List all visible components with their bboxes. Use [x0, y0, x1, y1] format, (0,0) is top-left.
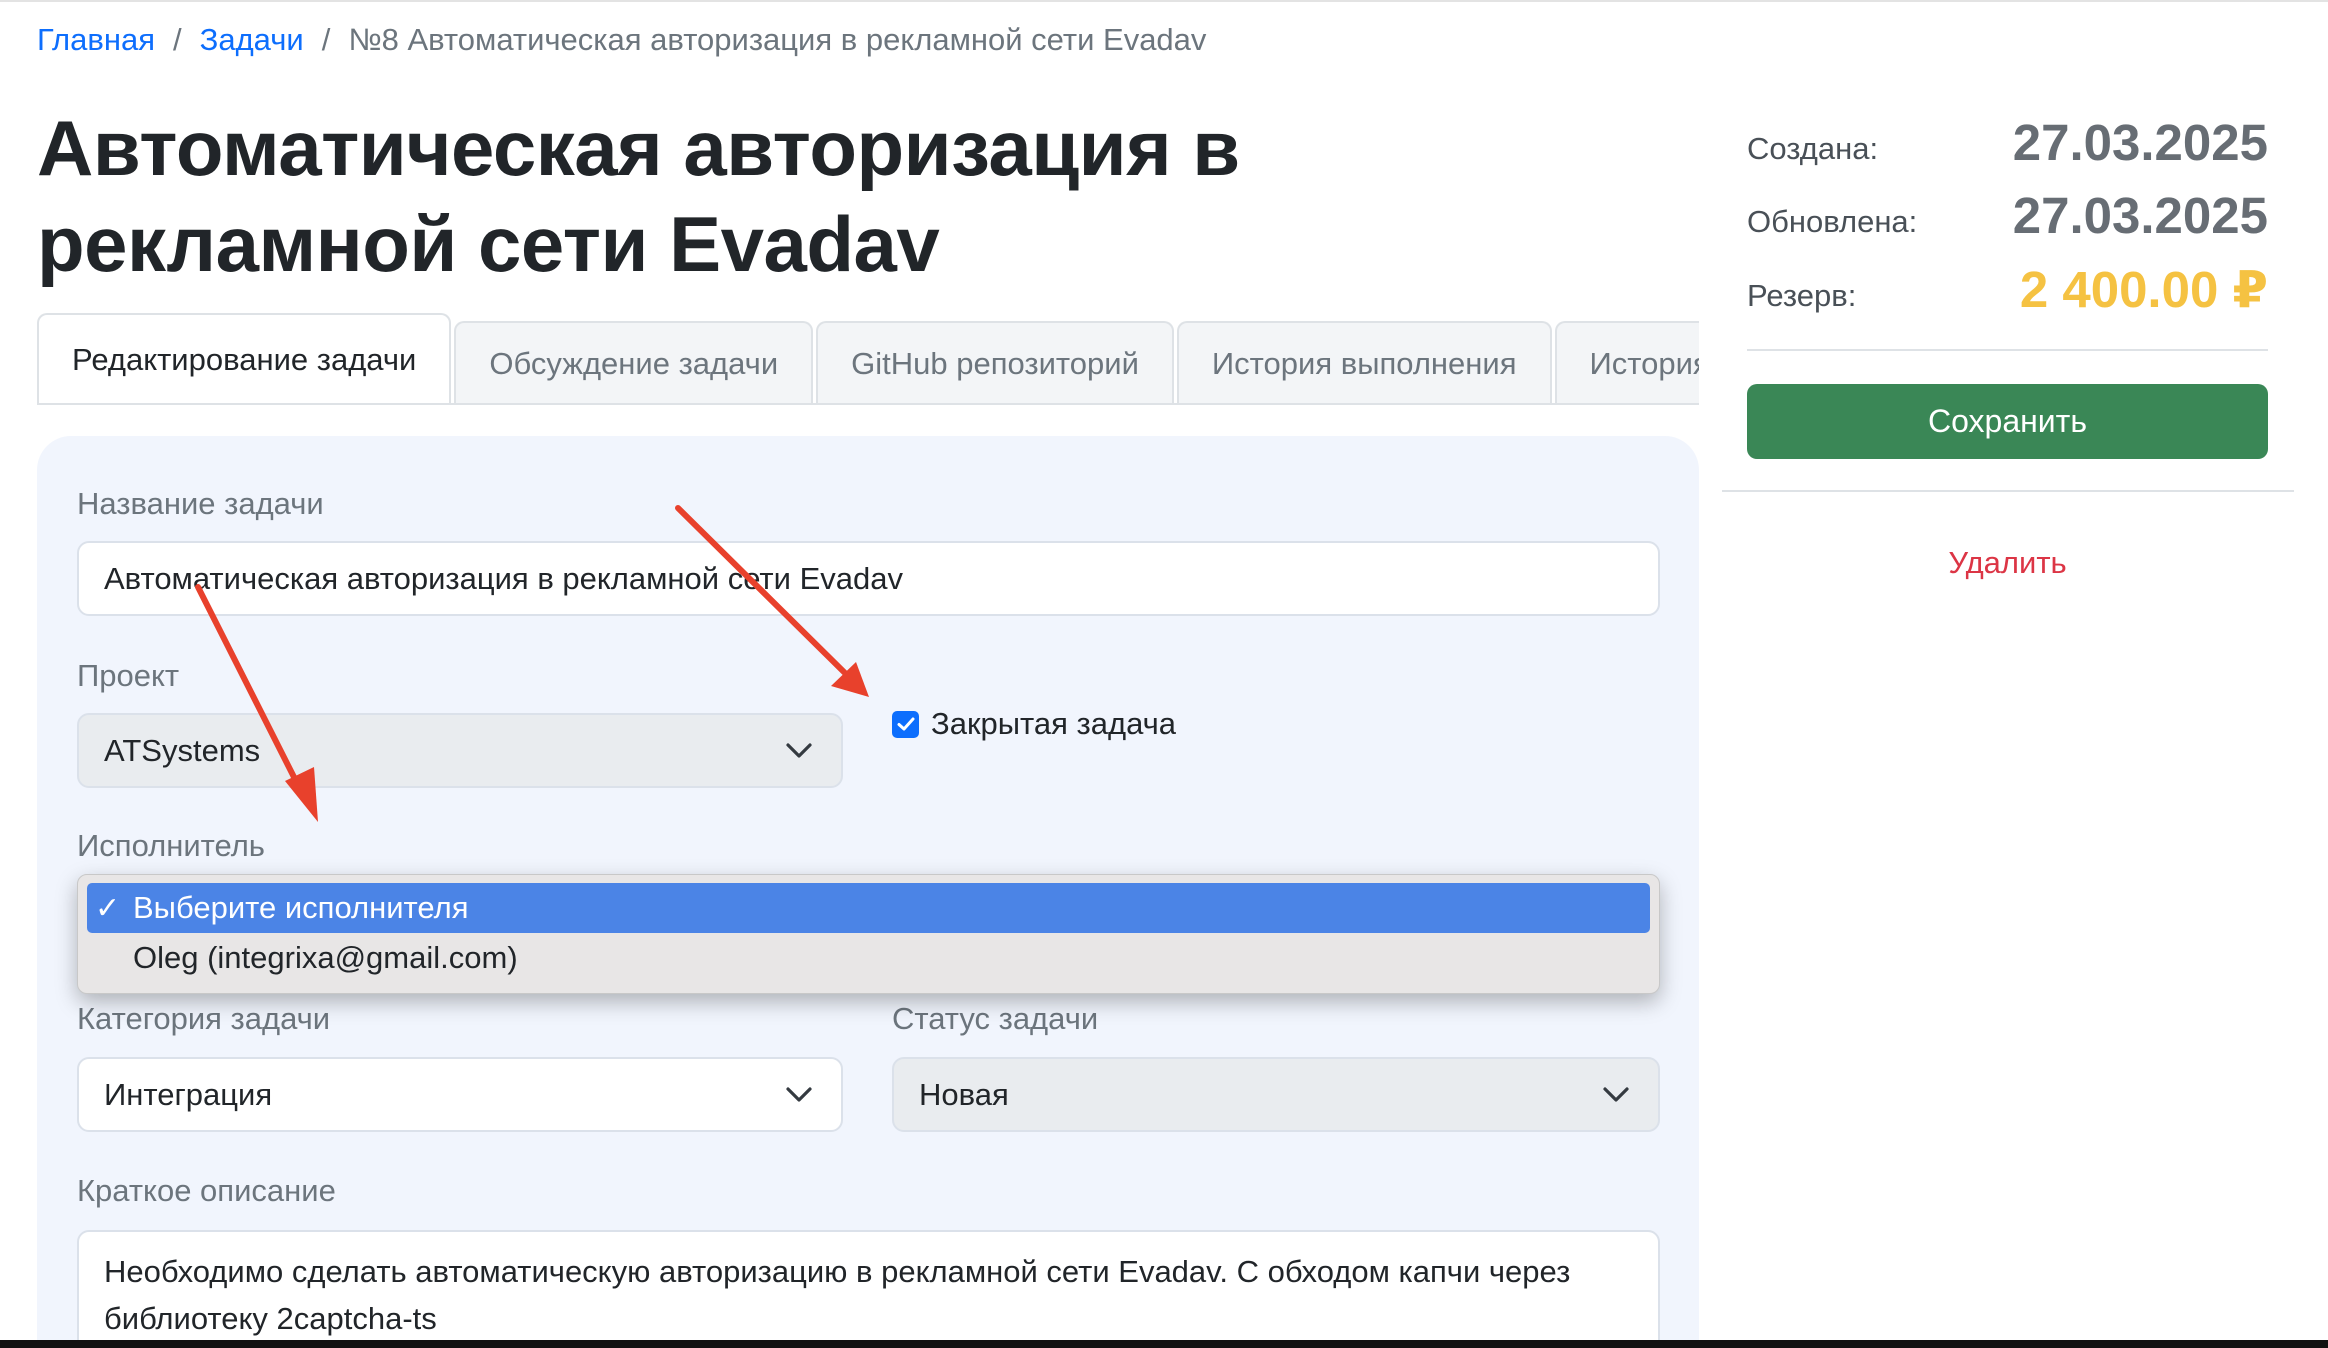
save-button[interactable]: Сохранить [1747, 384, 2268, 459]
breadcrumb-home-link[interactable]: Главная [37, 22, 155, 58]
description-textarea[interactable]: Необходимо сделать автоматическую автори… [77, 1230, 1660, 1348]
breadcrumb-tasks-link[interactable]: Задачи [200, 22, 304, 58]
project-select-value: ATSystems [104, 732, 261, 768]
sidebar-divider [1722, 490, 2294, 492]
description-label: Краткое описание [77, 1173, 336, 1208]
executor-option-label: Oleg (integrixa@gmail.com) [133, 940, 518, 975]
checkmark-icon [892, 710, 919, 738]
project-select[interactable]: ATSystems [77, 713, 843, 788]
delete-button[interactable]: Удалить [1747, 545, 2268, 581]
tab-history[interactable]: История [1554, 321, 1699, 403]
closed-task-label: Закрытая задача [931, 706, 1177, 741]
closed-task-checkbox[interactable]: Закрытая задача [892, 706, 1176, 742]
tab-execution-history[interactable]: История выполнения [1176, 321, 1552, 403]
tab-edit-task[interactable]: Редактирование задачи [37, 313, 452, 403]
chevron-down-icon [786, 742, 812, 758]
sidebar-divider [1747, 349, 2268, 351]
tab-discussion[interactable]: Обсуждение задачи [454, 321, 814, 403]
category-select-value: Интеграция [104, 1076, 273, 1112]
breadcrumb-current: №8 Автоматическая авторизация в рекламно… [348, 22, 1207, 57]
status-select[interactable]: Новая [892, 1057, 1660, 1132]
executor-dropdown-list: ✓ Выберите исполнителя Oleg (integrixa@g… [77, 874, 1660, 994]
category-select[interactable]: Интеграция [77, 1057, 843, 1132]
created-label: Создана: [1747, 131, 1879, 166]
category-label: Категория задачи [77, 1001, 331, 1036]
task-name-input[interactable]: Автоматическая авторизация в рекламной с… [77, 541, 1660, 616]
breadcrumb: Главная / Задачи / №8 Автоматическая авт… [37, 22, 1206, 58]
updated-date: 27.03.2025 [2012, 187, 2268, 244]
executor-option[interactable]: ✓ Выберите исполнителя [87, 883, 1650, 933]
reserve-amount: 2 400.00 ₽ [2019, 261, 2268, 318]
chevron-down-icon [1603, 1086, 1629, 1102]
breadcrumb-separator: / [321, 22, 331, 57]
breadcrumb-separator: / [173, 22, 182, 57]
executor-option-label: Выберите исполнителя [133, 890, 469, 925]
page-title: Автоматическая авторизация в рекламной с… [37, 104, 1240, 288]
chevron-down-icon [786, 1086, 812, 1102]
tab-github-repo[interactable]: GitHub репозиторий [816, 321, 1174, 403]
executor-option[interactable]: Oleg (integrixa@gmail.com) [87, 933, 1650, 983]
created-date: 27.03.2025 [2012, 114, 2268, 171]
tab-bar: Редактирование задачи Обсуждение задачи … [37, 313, 1699, 405]
checkmark-icon: ✓ [95, 891, 121, 925]
updated-label: Обновлена: [1747, 204, 1918, 239]
bottom-border [0, 1340, 2328, 1348]
top-border [0, 0, 2328, 2]
status-label: Статус задачи [892, 1001, 1099, 1036]
status-select-value: Новая [919, 1076, 1009, 1112]
project-label: Проект [77, 658, 180, 693]
task-name-label: Название задачи [77, 486, 324, 521]
reserve-label: Резерв: [1747, 278, 1857, 313]
executor-label: Исполнитель [77, 828, 265, 863]
